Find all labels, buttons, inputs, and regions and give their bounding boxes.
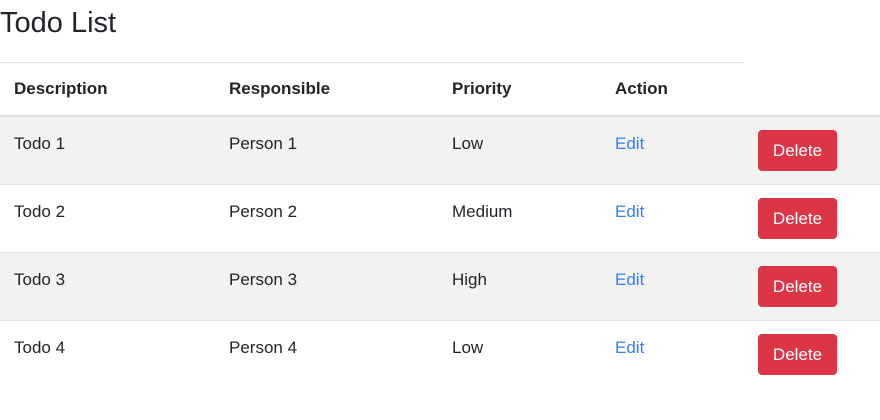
delete-button[interactable]: Delete [758,129,837,171]
table-header-divider [0,115,880,117]
edit-link[interactable]: Edit [615,338,644,357]
cell-responsible: Person 3 [229,270,298,289]
edit-link[interactable]: Edit [615,134,644,153]
cell-priority: Medium [452,202,513,221]
todo-table: Description Responsible Priority Action … [0,62,880,388]
cell-responsible: Person 4 [229,338,298,358]
cell-responsible: Person 1 [229,134,298,153]
table-row: Todo 3 Person 3 High Edit Delete [0,252,880,320]
delete-button[interactable]: Delete [758,265,837,307]
column-header-priority: Priority [452,78,512,98]
delete-button[interactable]: Delete [758,197,837,239]
edit-link[interactable]: Edit [615,202,644,221]
cell-description: Todo 4 [14,338,66,358]
cell-edit: Edit [601,116,744,184]
column-header-action: Action [615,78,668,98]
column-header-responsible: Responsible [229,78,331,98]
table-row: Todo 1 Person 1 Low Edit Delete [0,116,880,184]
cell-delete: Delete [744,184,880,252]
cell-edit: Edit [601,184,744,252]
delete-button[interactable]: Delete [758,333,837,375]
column-header-empty [744,62,880,116]
table-header-row: Description Responsible Priority Action [0,62,880,116]
table-row: Todo 2 Person 2 Medium Edit Delete [0,184,880,252]
cell-priority: Low [452,134,484,153]
table-header: Description Responsible Priority Action [0,62,880,116]
cell-edit: Edit [601,320,744,388]
cell-priority: Low [452,338,484,358]
cell-description: Todo 2 [14,202,66,221]
cell-priority: High [452,270,487,289]
page-title: Todo List [0,7,117,39]
column-header-description: Description [14,78,108,98]
cell-delete: Delete [744,252,880,320]
cell-edit: Edit [601,252,744,320]
cell-description: Todo 1 [14,134,66,153]
table-row: Todo 4 Person 4 Low Edit Delete [0,320,880,388]
cell-delete: Delete [744,320,880,388]
cell-delete: Delete [744,116,880,184]
table-body: Todo 1 Person 1 Low Edit Delete Todo 2 P… [0,116,880,388]
cell-responsible: Person 2 [229,202,298,221]
cell-description: Todo 3 [14,270,66,289]
edit-link[interactable]: Edit [615,270,644,289]
